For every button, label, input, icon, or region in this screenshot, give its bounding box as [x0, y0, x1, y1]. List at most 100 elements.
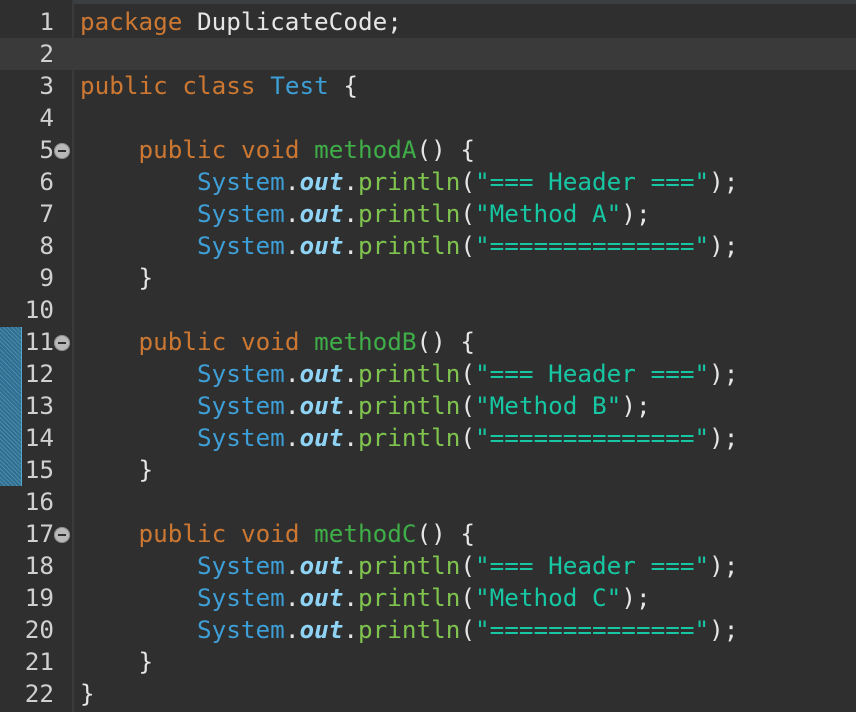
code-token-sys: System [197, 583, 285, 612]
code-line[interactable]: 3 public class Test { [0, 70, 856, 102]
code-token-mth: methodA [314, 135, 417, 164]
code-token-plain: . [343, 583, 358, 612]
line-number: 4 [39, 103, 54, 132]
code-editor[interactable]: 1 package DuplicateCode; 2 3 public class Te… [0, 0, 856, 712]
code-token-plain: . [343, 167, 358, 196]
fold-collapse-icon[interactable] [54, 143, 70, 159]
line-number: 11 [24, 327, 54, 356]
code-token-str: "==============" [475, 423, 710, 452]
code-line[interactable]: 10 [0, 294, 856, 326]
code-token-out: out [299, 391, 344, 420]
line-number: 21 [24, 647, 54, 676]
code-token-plain: . [343, 391, 358, 420]
code-token-plain: ); [621, 583, 651, 612]
code-line[interactable]: 7 System.out.println("Method A"); [0, 198, 856, 230]
code-token-kw: public [138, 327, 227, 356]
code-line[interactable]: 13 System.out.println("Method B"); [0, 390, 856, 422]
code-token-pr: println [357, 583, 461, 612]
code-token-plain: . [343, 551, 358, 580]
code-token-plain: ( [460, 615, 476, 644]
code-token-str: "==============" [475, 231, 710, 260]
fold-collapse-icon[interactable] [54, 335, 70, 351]
code-line[interactable]: 21 } [0, 646, 856, 678]
code-token-plain: ( [460, 423, 476, 452]
code-token-out: out [299, 231, 344, 260]
code-token-sys: System [197, 423, 285, 452]
code-token-plain: . [343, 359, 358, 388]
code-token-plain: ( [460, 583, 476, 612]
line-number: 3 [39, 71, 54, 100]
code-token-plain: . [284, 551, 300, 580]
code-token-plain: ); [709, 615, 739, 644]
code-line[interactable]: 22} [0, 678, 856, 710]
code-text: public void methodB() { [80, 326, 476, 358]
code-line[interactable]: 11 public void methodB() { [0, 326, 856, 358]
code-line[interactable]: 12 System.out.println("=== Header ==="); [0, 358, 856, 390]
code-token-kw: void [240, 327, 300, 356]
editor-top-border [0, 0, 856, 4]
code-line[interactable]: 19 System.out.println("Method C"); [0, 582, 856, 614]
code-text: package DuplicateCode; [80, 6, 402, 38]
code-text: } [80, 262, 154, 294]
code-token-out: out [299, 551, 344, 580]
code-text: System.out.println("=============="); [80, 230, 738, 262]
code-token-mth: methodB [314, 327, 417, 356]
code-token-plain: . [284, 615, 300, 644]
code-line[interactable]: 8 System.out.println("=============="); [0, 230, 856, 262]
code-token-sys: System [197, 199, 285, 228]
code-token-cls: Test [270, 71, 329, 100]
code-token-plain: ); [709, 167, 739, 196]
code-line[interactable]: 16 [0, 486, 856, 518]
code-token-plain: { [328, 71, 358, 100]
code-token-plain: DuplicateCode; [182, 7, 402, 36]
code-line[interactable]: 6 System.out.println("=== Header ==="); [0, 166, 856, 198]
code-token-pr: println [357, 391, 461, 420]
code-token-kw: package [80, 7, 183, 36]
code-line[interactable]: 5 public void methodA() { [0, 134, 856, 166]
code-token-plain: ); [709, 359, 739, 388]
code-line[interactable]: 15 } [0, 454, 856, 486]
code-token-pr: println [357, 231, 461, 260]
code-line[interactable]: 20 System.out.println("=============="); [0, 614, 856, 646]
code-token-str: "Method B" [475, 391, 622, 420]
line-number: 15 [24, 455, 54, 484]
code-token-kw: public [138, 519, 227, 548]
code-line[interactable]: 2 [0, 38, 856, 70]
line-number: 19 [24, 583, 54, 612]
code-line[interactable]: 4 [0, 102, 856, 134]
code-line[interactable]: 9 } [0, 262, 856, 294]
line-number: 1 [39, 7, 54, 36]
code-token-plain: () { [416, 135, 476, 164]
code-line[interactable]: 1 package DuplicateCode; [0, 6, 856, 38]
code-token-plain: ); [709, 551, 739, 580]
code-token-plain: ); [621, 199, 651, 228]
fold-collapse-icon[interactable] [54, 527, 70, 543]
code-token-plain: . [284, 391, 300, 420]
code-token-plain: ( [460, 167, 476, 196]
code-token-plain: ); [621, 391, 651, 420]
code-line[interactable]: 17 public void methodC() { [0, 518, 856, 550]
code-token-out: out [299, 167, 344, 196]
line-number: 7 [39, 199, 54, 228]
code-token-out: out [299, 583, 344, 612]
code-token-plain: . [343, 615, 358, 644]
code-token-plain: . [343, 199, 358, 228]
code-token-kw: void [240, 135, 300, 164]
code-token-plain: . [343, 231, 358, 260]
line-number: 18 [24, 551, 54, 580]
code-token-plain: () { [416, 327, 476, 356]
code-text: } [80, 646, 154, 678]
code-token-out: out [299, 615, 344, 644]
code-line[interactable]: 14 System.out.println("=============="); [0, 422, 856, 454]
code-line[interactable]: 18 System.out.println("=== Header ==="); [0, 550, 856, 582]
code-token-str: "==============" [475, 615, 710, 644]
